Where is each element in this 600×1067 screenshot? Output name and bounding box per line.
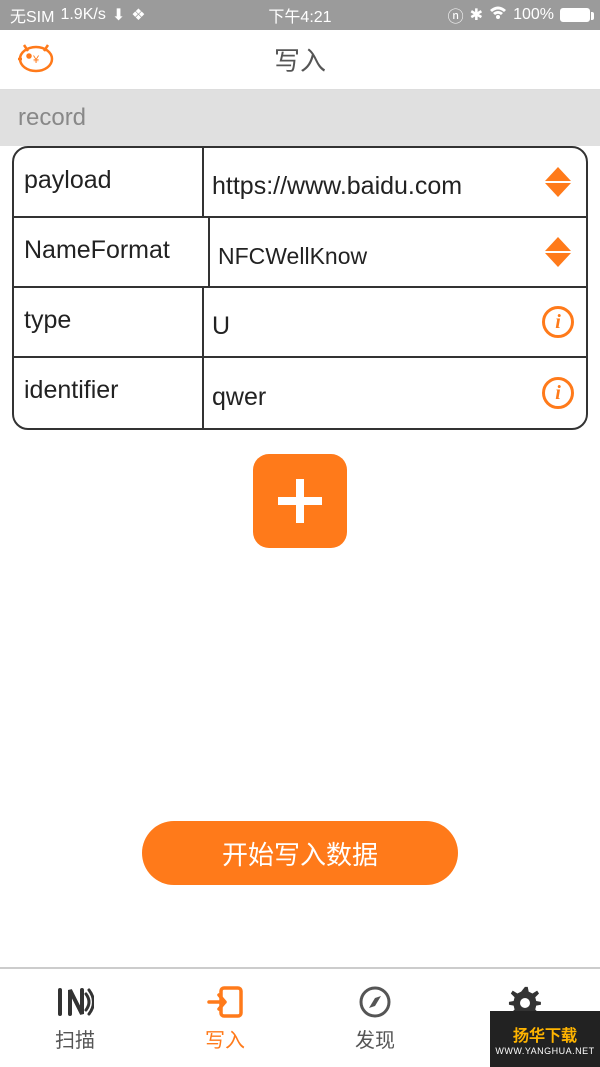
tab-write[interactable]: 写入 xyxy=(150,969,300,1067)
start-write-button[interactable]: 开始写入数据 xyxy=(142,821,458,885)
input-identifier[interactable] xyxy=(210,365,534,422)
section-header: record xyxy=(0,90,600,146)
nfc-icon: ⓝ xyxy=(448,3,464,27)
watermark-title: 扬华下载 xyxy=(513,1022,577,1046)
page-title: 写入 xyxy=(274,41,326,78)
bluetooth-icon: ✱ xyxy=(470,5,483,25)
watermark: 扬华下载 WWW.YANGHUA.NET xyxy=(490,1011,600,1067)
info-icon[interactable]: i xyxy=(542,306,574,338)
compass-icon xyxy=(358,984,392,1020)
wifi-icon xyxy=(489,6,507,25)
status-down-icon: ⬇ xyxy=(112,5,125,25)
row-nameformat: NameFormat xyxy=(14,218,586,288)
status-app-icon: ❖ xyxy=(131,5,145,25)
input-payload[interactable] xyxy=(210,154,534,211)
status-time: 下午4:21 xyxy=(268,3,331,27)
status-speed: 1.9K/s xyxy=(60,6,105,24)
record-card: payload NameFormat type i identifier xyxy=(12,146,588,430)
label-nameformat: NameFormat xyxy=(14,218,210,286)
row-payload: payload xyxy=(14,148,586,218)
nav-bar: ¥ 写入 xyxy=(0,30,600,90)
battery-icon xyxy=(560,8,590,22)
tab-label: 扫描 xyxy=(55,1024,95,1053)
sort-icon[interactable] xyxy=(542,237,574,267)
piggy-icon[interactable]: ¥ xyxy=(14,39,58,80)
battery-percent: 100% xyxy=(513,6,554,24)
sort-icon[interactable] xyxy=(542,167,574,197)
status-right: ⓝ ✱ 100% xyxy=(448,3,590,27)
input-nameformat[interactable] xyxy=(216,225,534,280)
tab-label: 发现 xyxy=(355,1024,395,1053)
svg-text:¥: ¥ xyxy=(32,54,40,66)
label-payload: payload xyxy=(14,148,204,216)
status-left: 无SIM 1.9K/s ⬇ ❖ xyxy=(10,3,146,27)
plus-icon xyxy=(272,473,328,529)
tab-scan[interactable]: 扫描 xyxy=(0,969,150,1067)
tab-label: 写入 xyxy=(205,1024,245,1053)
row-type: type i xyxy=(14,288,586,358)
tab-discover[interactable]: 发现 xyxy=(300,969,450,1067)
status-bar: 无SIM 1.9K/s ⬇ ❖ 下午4:21 ⓝ ✱ 100% xyxy=(0,0,600,30)
write-icon xyxy=(207,984,243,1020)
nfc-scan-icon xyxy=(56,984,94,1020)
watermark-url: WWW.YANGHUA.NET xyxy=(495,1046,594,1056)
label-identifier: identifier xyxy=(14,358,204,428)
info-icon[interactable]: i xyxy=(542,377,574,409)
input-type[interactable] xyxy=(210,294,534,351)
row-identifier: identifier i xyxy=(14,358,586,428)
status-sim: 无SIM xyxy=(10,3,54,27)
add-button[interactable] xyxy=(253,454,347,548)
label-type: type xyxy=(14,288,204,356)
